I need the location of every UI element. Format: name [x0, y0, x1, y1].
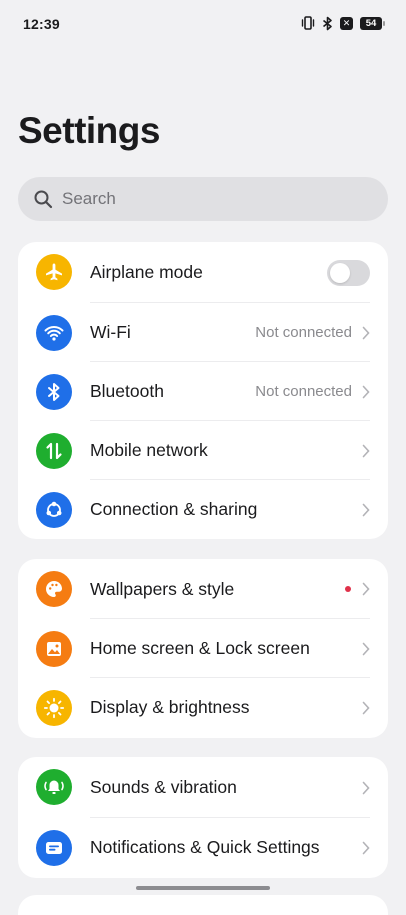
setting-notifications-quick-settings[interactable]: Notifications & Quick Settings [18, 818, 388, 877]
share-icon [36, 492, 72, 528]
setting-airplane-mode[interactable]: Airplane mode [18, 242, 388, 303]
vibrate-icon [301, 15, 315, 31]
home-screen-icon [36, 631, 72, 667]
setting-label: Display & brightness [90, 697, 250, 717]
setting-sounds-vibration[interactable]: Sounds & vibration [18, 757, 388, 818]
setting-label: Connection & sharing [90, 499, 258, 519]
search-placeholder: Search [62, 189, 116, 208]
setting-label: Wi-Fi [90, 322, 131, 342]
status-icons: ✕ 54 [301, 15, 385, 31]
setting-display-brightness[interactable]: Display & brightness [18, 678, 388, 737]
setting-label: Sounds & vibration [90, 777, 237, 797]
search-input[interactable]: Search [18, 177, 388, 221]
setting-value: Not connected [255, 383, 352, 400]
setting-label: Wallpapers & style [90, 578, 235, 599]
setting-label: Mobile network [90, 440, 208, 460]
chevron-right-icon [360, 700, 372, 716]
sim-off-icon: ✕ [340, 16, 353, 30]
setting-connection-sharing[interactable]: Connection & sharing [18, 480, 388, 539]
battery-icon: 54 [360, 16, 385, 30]
setting-wallpapers-style[interactable]: Wallpapers & style [18, 559, 388, 619]
settings-group-connectivity: Airplane mode Wi-Fi Not connected Blueto… [18, 242, 388, 539]
airplane-mode-toggle[interactable] [327, 259, 370, 286]
chevron-right-icon [360, 641, 372, 657]
settings-group-personalization: Wallpapers & style Home screen & Lock sc… [18, 559, 388, 738]
chevron-right-icon [360, 840, 372, 856]
bell-icon [36, 769, 72, 805]
chevron-right-icon [360, 502, 372, 518]
airplane-icon [36, 254, 72, 290]
bluetooth-icon [322, 15, 333, 31]
chevron-right-icon [360, 384, 372, 400]
bluetooth-icon [36, 374, 72, 410]
chevron-right-icon [360, 325, 372, 341]
setting-value: Not connected [255, 324, 352, 341]
setting-wifi[interactable]: Wi-Fi Not connected [18, 303, 388, 362]
home-indicator[interactable] [136, 886, 270, 890]
notification-icon [36, 830, 72, 866]
chevron-right-icon [360, 780, 372, 796]
setting-label: Notifications & Quick Settings [90, 837, 320, 857]
sun-icon [36, 690, 72, 726]
page-title: Settings [18, 110, 160, 151]
chevron-right-icon [360, 581, 372, 597]
palette-icon [36, 571, 72, 607]
setting-home-lock-screen[interactable]: Home screen & Lock screen [18, 619, 388, 678]
notification-badge [345, 586, 351, 592]
next-settings-group [18, 895, 388, 915]
toggle-knob [330, 262, 350, 283]
setting-label: Home screen & Lock screen [90, 638, 310, 658]
status-time: 12:39 [23, 16, 60, 32]
search-icon [32, 188, 54, 210]
setting-label: Airplane mode [90, 262, 203, 282]
mobile-data-icon [36, 433, 72, 469]
setting-mobile-network[interactable]: Mobile network [18, 421, 388, 480]
setting-label: Bluetooth [90, 381, 164, 401]
status-bar: 12:39 ✕ 54 [0, 0, 406, 50]
settings-group-notifications: Sounds & vibration Notifications & Quick… [18, 757, 388, 878]
chevron-right-icon [360, 443, 372, 459]
wifi-icon [36, 315, 72, 351]
setting-bluetooth[interactable]: Bluetooth Not connected [18, 362, 388, 421]
